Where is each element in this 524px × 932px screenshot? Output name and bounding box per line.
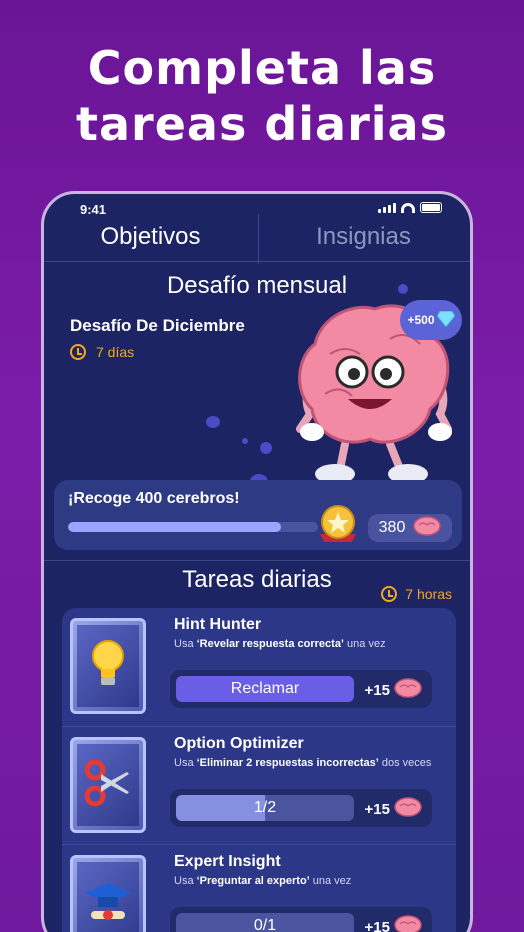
challenge-duration-text: 7 días xyxy=(96,344,135,360)
status-icons xyxy=(378,202,442,213)
task-reward-text: +15 xyxy=(364,918,390,932)
collect-label: ¡Recoge 400 cerebros! xyxy=(68,490,240,507)
task-desc-suffix: una vez xyxy=(344,638,386,650)
task-reward: +15 xyxy=(365,915,422,932)
task-progress-bar: 1/2 xyxy=(176,795,354,821)
phone-frame: 9:41 Objetivos Insignias Desafío mensual… xyxy=(41,191,473,932)
brain-icon xyxy=(394,678,422,702)
task-reward-text: +15 xyxy=(364,800,390,818)
diamond-icon xyxy=(435,310,456,330)
task-description: Usa ‘Revelar respuesta correcta’ una vez xyxy=(174,638,444,651)
bonus-bubble: +500 xyxy=(400,300,462,340)
brain-count-text: 380 xyxy=(378,519,406,536)
collect-progress-bar xyxy=(68,522,318,532)
collect-progress-fill xyxy=(68,522,281,532)
task-name: Expert Insight xyxy=(174,853,281,870)
tab-bar: Objetivos Insignias xyxy=(44,214,470,264)
task-desc-bold: ‘Preguntar al experto’ xyxy=(196,875,310,887)
lightbulb-icon xyxy=(91,639,125,694)
tab-insignias[interactable]: Insignias xyxy=(257,214,470,264)
wifi-icon xyxy=(401,202,415,213)
daily-time-left: 7 horas xyxy=(381,586,452,602)
clock-icon xyxy=(381,586,398,602)
task-icon-frame xyxy=(70,855,146,932)
task-icon-frame xyxy=(70,737,146,833)
tab-objetivos[interactable]: Objetivos xyxy=(44,214,257,264)
decor-dot xyxy=(242,438,248,444)
signal-icon xyxy=(378,202,396,213)
brain-icon xyxy=(394,915,422,932)
task-icon-frame xyxy=(70,618,146,714)
task-progress-fill xyxy=(176,795,265,821)
task-desc-bold: ‘Eliminar 2 respuestas incorrectas’ xyxy=(196,757,379,769)
task-list: Hint Hunter Usa ‘Revelar respuesta corre… xyxy=(62,608,456,932)
task-reward: +15 xyxy=(365,797,422,821)
bonus-text: +500 xyxy=(407,313,435,327)
headline-line-2: tareas diarias xyxy=(76,97,448,151)
task-expert-insight: Expert Insight Usa ‘Preguntar al experto… xyxy=(62,844,456,932)
brain-icon xyxy=(394,797,422,821)
task-desc-prefix: Usa xyxy=(174,875,197,887)
medal-icon xyxy=(316,502,360,546)
challenge-name: Desafío De Diciembre xyxy=(70,316,245,335)
headline: Completa las tareas diarias xyxy=(0,40,524,152)
headline-line-1: Completa las xyxy=(87,41,437,95)
task-desc-suffix: dos veces xyxy=(378,757,432,769)
challenge-duration: 7 días xyxy=(70,344,134,360)
decor-dot xyxy=(260,442,272,454)
task-hint-hunter: Hint Hunter Usa ‘Revelar respuesta corre… xyxy=(62,608,456,722)
clock-icon xyxy=(70,344,86,360)
collect-card: ¡Recoge 400 cerebros! 380 xyxy=(54,480,462,550)
task-name: Hint Hunter xyxy=(174,616,262,633)
brain-count: 380 xyxy=(368,514,452,542)
task-action-row: Reclamar +15 xyxy=(170,670,432,708)
task-progress-text: 1/2 xyxy=(253,799,277,816)
task-desc-prefix: Usa xyxy=(174,757,197,769)
decor-dot xyxy=(206,416,220,428)
claim-button[interactable]: Reclamar xyxy=(176,676,354,702)
task-action-row: 0/1 +15 xyxy=(170,907,432,932)
task-option-optimizer: Option Optimizer Usa ‘Eliminar 2 respues… xyxy=(62,726,456,840)
task-progress-bar: 0/1 xyxy=(176,913,354,932)
section-divider xyxy=(44,560,470,561)
scissors-icon xyxy=(83,758,133,813)
task-progress-text: 0/1 xyxy=(253,917,277,932)
tabs-divider-line xyxy=(44,261,470,262)
tab-divider xyxy=(258,214,259,264)
graduation-cap-icon xyxy=(83,879,133,928)
task-reward-text: +15 xyxy=(364,681,390,699)
task-desc-prefix: Usa xyxy=(174,638,197,650)
task-description: Usa ‘Eliminar 2 respuestas incorrectas’ … xyxy=(174,757,444,770)
task-name: Option Optimizer xyxy=(174,735,304,752)
brain-icon xyxy=(413,515,442,541)
daily-time-left-text: 7 horas xyxy=(405,586,452,602)
task-desc-suffix: una vez xyxy=(309,875,352,887)
task-desc-bold: ‘Revelar respuesta correcta’ xyxy=(196,638,344,650)
task-description: Usa ‘Preguntar al experto’ una vez xyxy=(174,875,444,888)
battery-icon xyxy=(420,202,442,213)
task-reward: +15 xyxy=(365,678,422,702)
decor-dot xyxy=(398,284,408,294)
task-action-row: 1/2 +15 xyxy=(170,789,432,827)
